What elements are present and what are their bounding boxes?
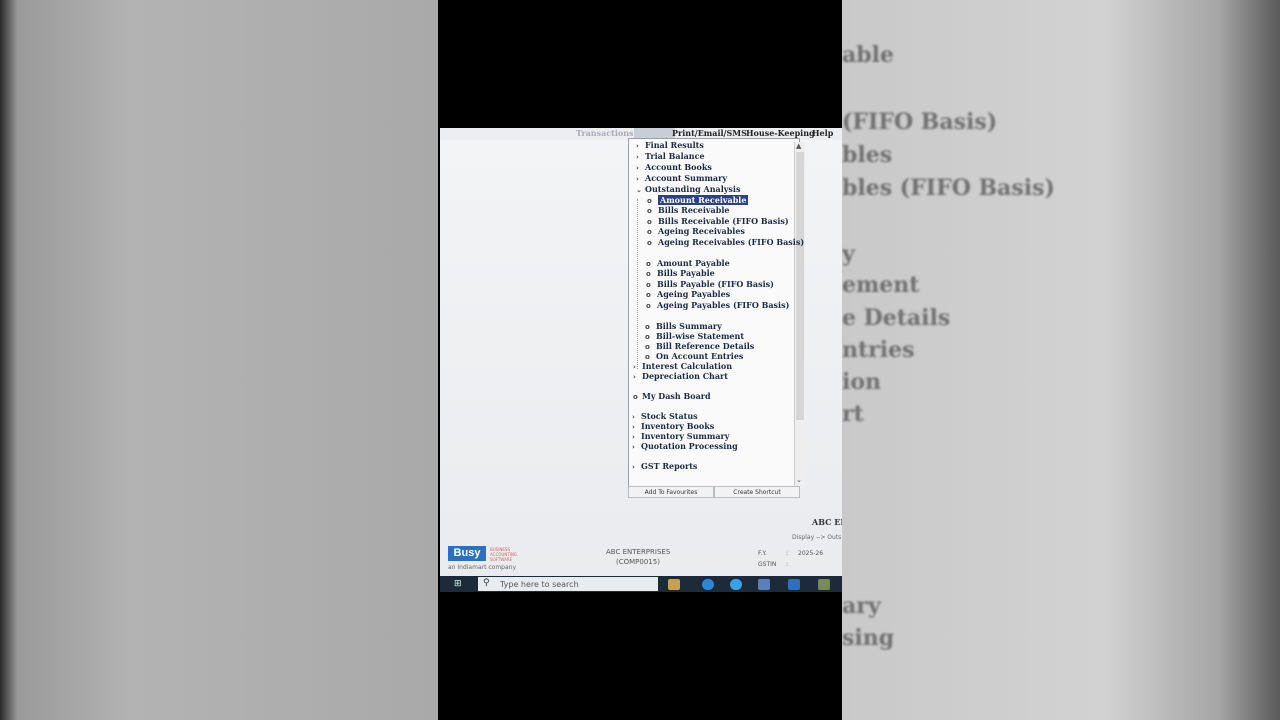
- bullet-icon: o: [646, 270, 651, 278]
- app-icon[interactable]: [818, 579, 830, 590]
- taskbar-search-input[interactable]: ⚲ Type here to search: [478, 577, 658, 591]
- ghost-text: bles: [842, 142, 893, 168]
- menu-item-my-dash-board[interactable]: o My Dash Board: [633, 391, 711, 402]
- chevron-right-icon: ›: [632, 463, 635, 471]
- chevron-right-icon: ›: [636, 142, 639, 150]
- edge-browser-icon[interactable]: [702, 579, 714, 590]
- menu-item-gst-reports[interactable]: › GST Reports: [632, 461, 697, 472]
- scroll-up-icon[interactable]: ▲: [796, 142, 801, 150]
- menu-item-ageing-receivables-fifo[interactable]: o Ageing Receivables (FIFO Basis): [647, 237, 804, 248]
- fy-separator: :: [786, 550, 789, 557]
- menu-transactions[interactable]: Transactions: [576, 128, 634, 138]
- fy-value: 2025-26: [798, 550, 824, 557]
- bullet-icon: o: [647, 228, 652, 236]
- create-shortcut-button[interactable]: Create Shortcut: [714, 486, 800, 498]
- menu-item-ageing-payables-fifo[interactable]: o Ageing Payables (FIFO Basis): [646, 300, 789, 311]
- chevron-right-icon: ›: [633, 373, 636, 381]
- menu-help[interactable]: Help: [812, 128, 833, 138]
- status-bar: Busy BUSINESS ACCOUNTING SOFTWARE an Ind…: [440, 540, 842, 580]
- gstin-separator: :: [786, 561, 789, 568]
- add-to-favourites-button[interactable]: Add To Favourites: [628, 486, 714, 498]
- chevron-right-icon: ›: [632, 443, 635, 451]
- menu-item-account-summary[interactable]: › Account Summary: [636, 173, 727, 184]
- ghost-text: ion: [842, 369, 882, 395]
- bullet-icon: o: [647, 239, 652, 247]
- menu-print-email-sms[interactable]: Print/Email/SMS: [672, 128, 747, 138]
- windows-start-icon[interactable]: ⊞: [454, 579, 464, 589]
- busy-app-icon[interactable]: [788, 579, 800, 590]
- blurred-background-right: able (FIFO Basis) bles bles (FIFO Basis)…: [842, 0, 1280, 720]
- fy-label: F.Y.: [758, 550, 767, 557]
- scroll-down-icon[interactable]: ⌄: [796, 476, 802, 484]
- menu-item-ageing-receivables[interactable]: o Ageing Receivables: [647, 226, 745, 237]
- blurred-background-left: [0, 0, 438, 720]
- gstin-label: GSTIN: [758, 561, 777, 568]
- menu-item-depreciation-chart[interactable]: › Depreciation Chart: [633, 371, 728, 382]
- panel-footer: Add To Favourites Create Shortcut: [628, 486, 800, 498]
- chevron-down-icon: ⌄: [636, 186, 642, 194]
- logo-subtitle: BUSINESS ACCOUNTING SOFTWARE: [490, 547, 518, 562]
- menu-scrollbar[interactable]: ▲ ⌄: [794, 142, 805, 486]
- menu-house-keeping[interactable]: House-Keeping: [746, 128, 815, 138]
- menu-item-outstanding-analysis[interactable]: ⌄ Outstanding Analysis: [636, 184, 740, 195]
- ghost-text: ary: [842, 593, 881, 619]
- menu-item-quotation-processing[interactable]: › Quotation Processing: [632, 441, 738, 452]
- ghost-text: (FIFO Basis): [842, 109, 998, 135]
- menu-item-bills-receivable[interactable]: o Bills Receivable: [647, 205, 729, 216]
- menu-item-trial-balance[interactable]: › Trial Balance: [636, 151, 705, 162]
- menu-item-bills-payable[interactable]: o Bills Payable: [646, 268, 715, 279]
- ghost-text: able: [842, 42, 894, 68]
- store-icon[interactable]: [758, 579, 770, 590]
- ghost-text: ntries: [842, 337, 915, 363]
- bullet-icon: o: [633, 393, 638, 401]
- windows-taskbar: ⊞ ⚲ Type here to search: [440, 576, 842, 592]
- tree-guide-line: [637, 199, 638, 369]
- bullet-icon: o: [646, 291, 651, 299]
- file-explorer-icon[interactable]: [668, 579, 680, 590]
- busy-app-window: Transactions Reports Print/Email/SMS Hou…: [440, 128, 842, 592]
- menu-item-final-results[interactable]: › Final Results: [636, 140, 704, 151]
- bullet-icon: o: [647, 207, 652, 215]
- ghost-text: rt: [842, 401, 864, 427]
- search-placeholder: Type here to search: [500, 580, 579, 589]
- chevron-right-icon: ›: [636, 164, 639, 172]
- ghost-text: sing: [842, 625, 895, 651]
- chevron-right-icon: ›: [636, 175, 639, 183]
- ghost-text: ement: [842, 272, 920, 298]
- company-name-right: ABC EN: [812, 517, 842, 527]
- chevron-right-icon: ›: [636, 153, 639, 161]
- ghost-text: bles (FIFO Basis): [842, 175, 1055, 201]
- menu-item-account-books[interactable]: › Account Books: [636, 162, 712, 173]
- bullet-icon: o: [646, 302, 651, 310]
- company-code: (COMP0015): [616, 558, 660, 566]
- company-name: ABC ENTERPRISES: [606, 548, 671, 556]
- chrome-browser-icon[interactable]: [730, 579, 742, 590]
- search-icon: ⚲: [483, 578, 490, 588]
- busy-logo: Busy: [448, 546, 486, 561]
- scroll-thumb[interactable]: [796, 152, 804, 420]
- menu-reports[interactable]: Reports: [634, 128, 676, 138]
- ghost-text: y: [842, 241, 855, 267]
- ghost-text: e Details: [842, 305, 951, 331]
- menu-item-ageing-payables[interactable]: o Ageing Payables: [646, 289, 730, 300]
- logo-tagline: an Indiamart company: [448, 564, 517, 571]
